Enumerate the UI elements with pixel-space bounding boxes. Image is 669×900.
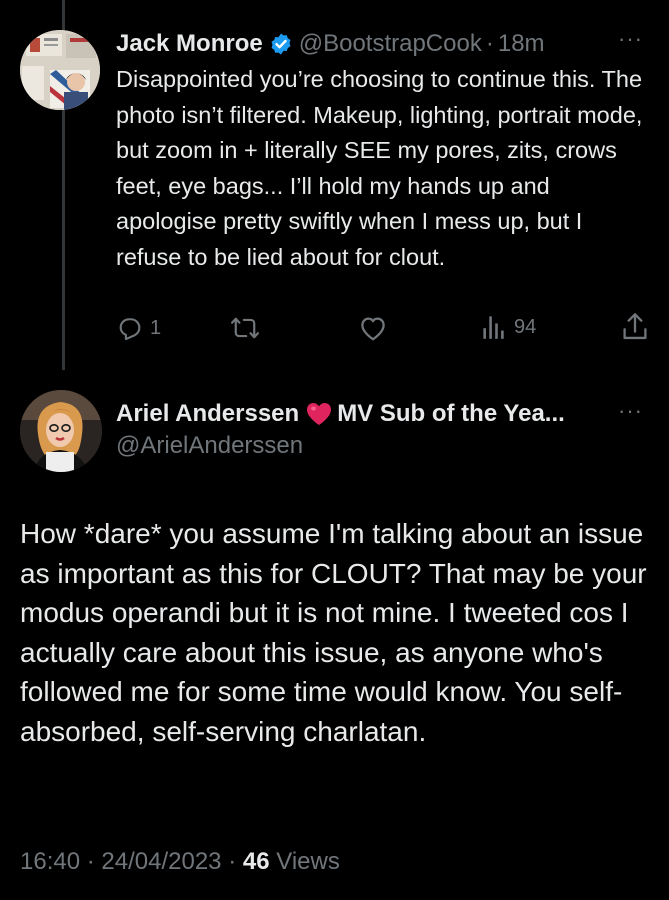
reply-button[interactable]: 1 <box>116 314 161 342</box>
tweet2-views-label: Views <box>276 848 340 875</box>
share-upload-icon <box>623 313 647 340</box>
meta-separator: · <box>86 848 95 875</box>
retweet-button[interactable] <box>230 314 260 342</box>
tweet2-views-count[interactable]: 46 <box>243 848 270 875</box>
verified-badge-icon <box>269 32 293 56</box>
share-button[interactable] <box>622 312 648 342</box>
retweet-icon <box>230 317 260 339</box>
analytics-bars-icon <box>483 316 504 339</box>
views-count: 94 <box>514 315 537 338</box>
meta-separator: · <box>228 848 237 875</box>
tweet1-header: Jack Monroe @BootstrapCook · 18m <box>116 26 545 62</box>
heart-outline-icon <box>361 317 385 341</box>
avatar-ariel-anderssen[interactable] <box>20 390 102 472</box>
tweet2-text: How *dare* you assume I'm talking about … <box>20 518 647 747</box>
avatar-image <box>20 390 102 472</box>
tweet2-time[interactable]: 16:40 <box>20 848 80 875</box>
tweet1-author-name[interactable]: Jack Monroe <box>116 30 263 58</box>
tweet2-author-name-part1[interactable]: Ariel Anderssen <box>116 400 299 428</box>
views-button[interactable]: 94 <box>482 314 536 340</box>
more-options-icon[interactable]: ··· <box>618 26 643 52</box>
tweet2-handle[interactable]: @ArielAnderssen <box>116 432 303 460</box>
more-options-icon[interactable]: ··· <box>618 398 643 424</box>
red-heart-emoji-icon <box>305 401 333 427</box>
tweet1-handle[interactable]: @BootstrapCook <box>299 30 482 58</box>
tweet1-text: Disappointed you’re choosing to continue… <box>116 66 643 270</box>
tweet1-action-bar: 1 94 <box>116 312 650 346</box>
tweet1-separator: · <box>485 30 494 57</box>
tweet2-header: Ariel Anderssen MV Sub of the Yea... <box>116 396 565 432</box>
avatar-jack-monroe[interactable] <box>20 30 100 110</box>
like-button[interactable] <box>358 314 388 342</box>
tweet2-meta: 16:40 · 24/04/2023 · 46 Views <box>20 848 340 876</box>
reply-count: 1 <box>150 316 162 339</box>
tweet1-timestamp[interactable]: 18m <box>498 30 545 58</box>
reply-icon <box>119 318 141 341</box>
tweet2-date[interactable]: 24/04/2023 <box>101 848 221 875</box>
tweet2-author-name-part2[interactable]: MV Sub of the Yea... <box>337 400 565 428</box>
avatar-image <box>20 30 100 110</box>
